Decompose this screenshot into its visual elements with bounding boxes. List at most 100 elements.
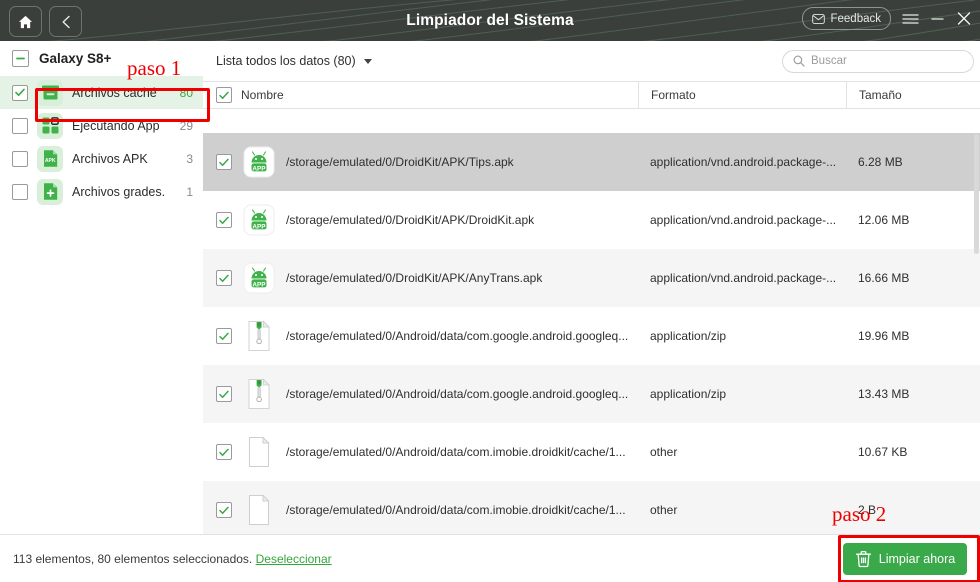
status-text: 113 elementos, 80 elementos seleccionado… xyxy=(13,552,253,566)
check-icon xyxy=(219,274,229,282)
file-size: 2 B xyxy=(858,503,877,517)
svg-text:APP: APP xyxy=(252,223,266,230)
deselect-link[interactable]: Deseleccionar xyxy=(256,552,332,566)
file-format: application/vnd.android.package-... xyxy=(650,213,837,227)
main-panel: Lista todos los datos (80) Nombre xyxy=(203,41,980,534)
sidebar-item-checkbox[interactable] xyxy=(12,150,28,167)
row-checkbox[interactable] xyxy=(216,386,232,402)
sidebar-item-apk-files[interactable]: APK Archivos APK 3 xyxy=(0,142,203,175)
table-header-size: Tamaño xyxy=(846,82,980,108)
file-size: 10.67 KB xyxy=(858,445,908,459)
list-scrollbar-thumb[interactable] xyxy=(974,134,979,254)
check-icon xyxy=(219,91,229,99)
titlebar-controls: Feedback xyxy=(802,7,972,30)
android-apk-icon: APP xyxy=(242,203,276,237)
sidebar-item-count: 29 xyxy=(179,118,193,133)
sidebar-item-label: Archivos grades. xyxy=(72,184,166,199)
file-size: 12.06 MB xyxy=(858,213,910,227)
svg-text:APP: APP xyxy=(252,165,266,172)
svg-text:APP: APP xyxy=(252,281,266,288)
row-checkbox[interactable] xyxy=(216,154,232,170)
android-apk-icon: APP xyxy=(242,145,276,179)
zip-file-icon xyxy=(242,377,276,411)
search-icon xyxy=(793,55,805,67)
back-chevron-icon xyxy=(62,15,70,28)
large-file-icon xyxy=(37,178,63,205)
list-scrollbar[interactable] xyxy=(974,134,979,533)
row-checkbox[interactable] xyxy=(216,328,232,344)
table-row[interactable]: /storage/emulated/0/Android/data/com.imo… xyxy=(203,423,980,481)
list-toolbar: Lista todos los datos (80) xyxy=(203,41,980,81)
sidebar-item-cache-files[interactable]: Archivos caché 80 xyxy=(0,76,203,109)
svg-text:APK: APK xyxy=(44,158,55,164)
trash-can-icon xyxy=(855,550,871,568)
sidebar-item-running-apps[interactable]: Ejecutando App 29 xyxy=(0,109,203,142)
home-button[interactable] xyxy=(9,6,42,37)
sidebar-item-label: Archivos caché xyxy=(72,85,157,100)
sidebar-item-large-files[interactable]: Archivos grades. 1 xyxy=(0,175,203,208)
back-button[interactable] xyxy=(49,6,82,37)
selection-status: 113 elementos, 80 elementos seleccionado… xyxy=(13,552,332,566)
filter-dropdown[interactable]: Lista todos los datos (80) xyxy=(216,54,372,68)
file-path: /storage/emulated/0/Android/data/com.goo… xyxy=(286,329,629,343)
close-icon xyxy=(957,12,971,25)
minimize-icon xyxy=(931,17,944,20)
check-icon xyxy=(219,332,229,340)
file-path: /storage/emulated/0/Android/data/com.imo… xyxy=(286,503,626,517)
app-window: Limpiador del Sistema Feedback Galaxy S8… xyxy=(0,0,980,582)
clean-now-button[interactable]: Limpiar ahora xyxy=(843,543,967,575)
filter-label: Lista todos los datos (80) xyxy=(216,54,356,68)
generic-file-icon xyxy=(242,493,276,527)
file-size: 19.96 MB xyxy=(858,329,910,343)
device-name: Galaxy S8+ xyxy=(39,51,112,66)
envelope-icon xyxy=(812,13,826,24)
search-input[interactable] xyxy=(811,55,961,67)
file-format: application/zip xyxy=(650,329,727,343)
row-name-cell: /storage/emulated/0/Android/data/com.imo… xyxy=(203,493,638,527)
column-label-size: Tamaño xyxy=(859,88,902,102)
row-name-cell: /storage/emulated/0/Android/data/com.goo… xyxy=(203,319,638,353)
check-icon xyxy=(219,158,229,166)
check-icon xyxy=(15,88,25,96)
sidebar-item-count: 3 xyxy=(186,151,193,166)
menu-button[interactable] xyxy=(902,12,919,26)
sidebar-item-checkbox[interactable] xyxy=(12,84,28,101)
table-row[interactable]: APP /storage/emulated/0/DroidKit/APK/Dro… xyxy=(203,191,980,249)
apk-file-icon: APK xyxy=(37,145,63,172)
feedback-button[interactable]: Feedback xyxy=(802,7,891,30)
sidebar: Galaxy S8+ Archivos caché 80 Ejecutando … xyxy=(0,41,204,534)
table-row[interactable]: /storage/emulated/0/Android/data/com.goo… xyxy=(203,307,980,365)
android-apk-icon: APP xyxy=(242,261,276,295)
table-header-name: Nombre xyxy=(203,82,638,108)
file-size: 16.66 MB xyxy=(858,271,910,285)
check-icon xyxy=(219,506,229,514)
search-box[interactable] xyxy=(782,49,974,73)
row-checkbox[interactable] xyxy=(216,270,232,286)
file-format: application/zip xyxy=(650,387,727,401)
check-icon xyxy=(219,390,229,398)
title-bar: Limpiador del Sistema Feedback xyxy=(0,0,980,41)
sidebar-item-checkbox[interactable] xyxy=(12,183,28,200)
close-button[interactable] xyxy=(956,11,972,26)
table-row[interactable]: APP /storage/emulated/0/DroidKit/APK/Any… xyxy=(203,249,980,307)
table-row[interactable]: /storage/emulated/0/Android/data/com.imo… xyxy=(203,481,980,534)
table-row[interactable]: APP /storage/emulated/0/DroidKit/APK/Tip… xyxy=(203,133,980,191)
select-all-checkbox[interactable] xyxy=(216,87,232,103)
minimize-button[interactable] xyxy=(930,12,945,26)
file-size: 6.28 MB xyxy=(858,155,903,169)
cache-box-icon xyxy=(37,79,63,106)
file-list[interactable]: APP /storage/emulated/0/DroidKit/APK/Tip… xyxy=(203,133,980,534)
device-checkbox[interactable] xyxy=(12,50,29,67)
row-checkbox[interactable] xyxy=(216,212,232,228)
row-checkbox[interactable] xyxy=(216,502,232,518)
row-name-cell: APP /storage/emulated/0/DroidKit/APK/Any… xyxy=(203,261,638,295)
file-format: application/vnd.android.package-... xyxy=(650,155,837,169)
file-size: 13.43 MB xyxy=(858,387,910,401)
check-icon xyxy=(219,448,229,456)
sidebar-item-checkbox[interactable] xyxy=(12,117,28,134)
file-path: /storage/emulated/0/DroidKit/APK/Tips.ap… xyxy=(286,155,514,169)
file-path: /storage/emulated/0/Android/data/com.imo… xyxy=(286,445,626,459)
file-format: application/vnd.android.package-... xyxy=(650,271,837,285)
table-row[interactable]: /storage/emulated/0/Android/data/com.goo… xyxy=(203,365,980,423)
row-checkbox[interactable] xyxy=(216,444,232,460)
